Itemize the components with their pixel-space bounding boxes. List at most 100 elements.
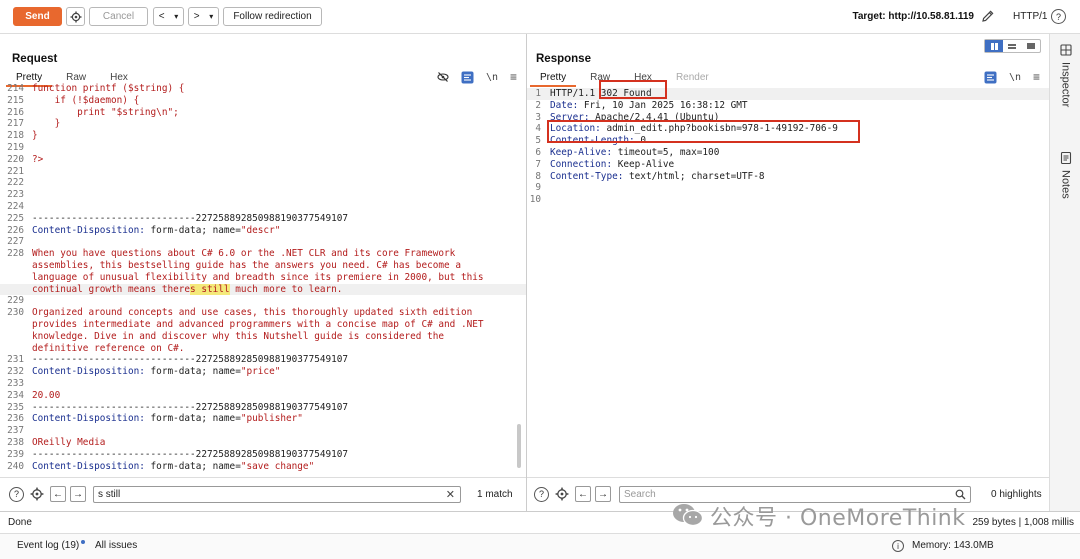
- forward-dropdown-icon[interactable]: ▾: [209, 12, 213, 21]
- line-number: 235: [7, 401, 24, 413]
- response-title: Response: [536, 53, 591, 65]
- next-match-button[interactable]: →: [70, 486, 86, 502]
- code-line: 218}: [0, 130, 526, 142]
- line-text: Connection: Keep-Alive: [550, 159, 674, 171]
- notification-dot-icon: [81, 540, 86, 544]
- send-button[interactable]: Send: [13, 7, 62, 26]
- line-text: Content-Disposition: form-data; name="de…: [32, 225, 280, 237]
- line-text: ?>: [32, 153, 44, 165]
- field-name: "price": [240, 366, 281, 378]
- code-line: 231 -----------------------------22725889…: [0, 354, 526, 366]
- previous-match-button[interactable]: ←: [50, 486, 66, 502]
- line-number: 222: [7, 177, 24, 189]
- target-label: Target: http://10.58.81.119: [852, 11, 974, 22]
- info-icon[interactable]: i: [892, 540, 904, 552]
- line-text: Content-Disposition: form-data; name="pu…: [32, 413, 303, 425]
- follow-redirection-button[interactable]: Follow redirection: [223, 7, 322, 26]
- notes-label: Notes: [1059, 170, 1072, 199]
- line-number: 229: [7, 295, 24, 307]
- line-number: 5: [535, 135, 541, 147]
- line-number: 10: [529, 194, 541, 206]
- layout-side-by-side-icon[interactable]: [985, 40, 1004, 52]
- header-key: Content-Disposition:: [32, 224, 145, 236]
- clear-search-icon[interactable]: ✕: [446, 488, 455, 501]
- search-icon[interactable]: [955, 489, 966, 500]
- line-number: 223: [7, 189, 24, 201]
- request-search-bar: ? ← → s still ✕ 1 match: [0, 477, 526, 510]
- inspector-tab[interactable]: Inspector: [1050, 44, 1080, 107]
- line-number: 216: [7, 106, 24, 118]
- menu-icon[interactable]: ≡: [510, 70, 517, 84]
- gear-icon[interactable]: [30, 487, 44, 501]
- code-line: 239 -----------------------------22725889…: [0, 449, 526, 461]
- status-text: Done: [8, 517, 32, 528]
- code-line: 240 Content-Disposition: form-data; name=…: [0, 461, 526, 472]
- edit-target-icon[interactable]: [981, 9, 995, 23]
- field-name: "publisher": [240, 413, 303, 425]
- search-placeholder: Search: [624, 488, 656, 500]
- previous-match-button[interactable]: ←: [575, 486, 591, 502]
- newline-icon[interactable]: \n: [486, 72, 498, 83]
- line-text: Keep-Alive: timeout=5, max=100: [550, 147, 719, 159]
- line-text: -----------------------------22725889285…: [32, 448, 349, 460]
- code-line: 238 OReilly Media: [0, 437, 526, 449]
- search-highlight: s still: [190, 283, 230, 295]
- next-match-button[interactable]: →: [595, 486, 611, 502]
- line-text: }: [32, 118, 61, 130]
- format-toggle-icon[interactable]: [984, 71, 997, 84]
- hide-eye-icon[interactable]: [437, 71, 449, 83]
- line-number: 217: [7, 118, 24, 130]
- bottom-bar: Event log (19) All issues i Memory: 143.…: [0, 533, 1080, 559]
- inspector-icon: [1059, 44, 1072, 56]
- request-scrollbar[interactable]: [517, 424, 521, 468]
- header-value: form-data; name=: [144, 224, 241, 236]
- inspector-label: Inspector: [1059, 62, 1072, 108]
- notes-tab[interactable]: Notes: [1050, 152, 1080, 199]
- line-text: Content-Disposition: form-data; name="sa…: [32, 461, 314, 472]
- header-value: form-data; name=: [144, 413, 241, 425]
- request-search-input[interactable]: s still ✕: [93, 485, 461, 503]
- line-number: 221: [7, 165, 24, 177]
- line-number: 2: [535, 99, 541, 111]
- settings-button[interactable]: [66, 7, 85, 26]
- header-value: text/html; charset=UTF-8: [623, 170, 765, 182]
- search-value: s still: [98, 488, 121, 500]
- response-pane: Response Pretty Raw Hex Render \n ≡ 1 HTT…: [527, 34, 1049, 511]
- request-editor[interactable]: 214 function printf ($string) {215 if (!$…: [0, 83, 526, 471]
- code-line: 224: [0, 201, 526, 213]
- forward-button[interactable]: >: [194, 11, 200, 22]
- back-dropdown-icon[interactable]: ▾: [174, 12, 178, 21]
- cancel-button[interactable]: Cancel: [89, 7, 148, 26]
- event-log-link[interactable]: Event log (19): [17, 540, 86, 551]
- line-number: 6: [535, 146, 541, 158]
- http-version-label[interactable]: HTTP/1: [1013, 11, 1047, 22]
- code-line: 229: [0, 295, 526, 307]
- back-button[interactable]: <: [159, 11, 165, 22]
- layout-single-icon[interactable]: [1022, 40, 1040, 52]
- gear-icon[interactable]: [555, 487, 569, 501]
- all-issues-link[interactable]: All issues: [95, 540, 137, 551]
- code-line: 221: [0, 166, 526, 178]
- annotation-status-box: [599, 80, 667, 99]
- code-line: 237: [0, 425, 526, 437]
- code-line: 7 Connection: Keep-Alive: [527, 159, 1049, 171]
- line-number: 240: [7, 460, 24, 472]
- toolbar: Send Cancel < ▾ > ▾ Follow redirection T…: [0, 0, 1080, 34]
- tab-pretty[interactable]: Pretty: [530, 71, 577, 87]
- line-text: Organized around concepts and use cases,…: [32, 307, 473, 319]
- code-line: 230 Organized around concepts and use cas…: [0, 307, 526, 319]
- format-toggle-icon[interactable]: [461, 71, 474, 84]
- layout-stacked-icon[interactable]: [1003, 40, 1021, 52]
- newline-icon[interactable]: \n: [1009, 72, 1021, 83]
- line-text: assemblies, this bestselling guide has t…: [32, 259, 461, 271]
- help-icon[interactable]: ?: [1051, 9, 1066, 24]
- help-icon[interactable]: ?: [534, 486, 549, 502]
- response-editor[interactable]: 1 HTTP/1.1 302 Found 2 Date: Fri, 10 Jan 20…: [527, 88, 1049, 476]
- tab-render[interactable]: Render: [666, 71, 719, 87]
- line-number: 215: [7, 94, 24, 106]
- line-number: 219: [7, 141, 24, 153]
- menu-icon[interactable]: ≡: [1033, 70, 1040, 84]
- help-icon[interactable]: ?: [9, 486, 24, 502]
- line-number: 239: [7, 448, 24, 460]
- watermark-text: 公众号 · OneMoreThink: [710, 506, 966, 531]
